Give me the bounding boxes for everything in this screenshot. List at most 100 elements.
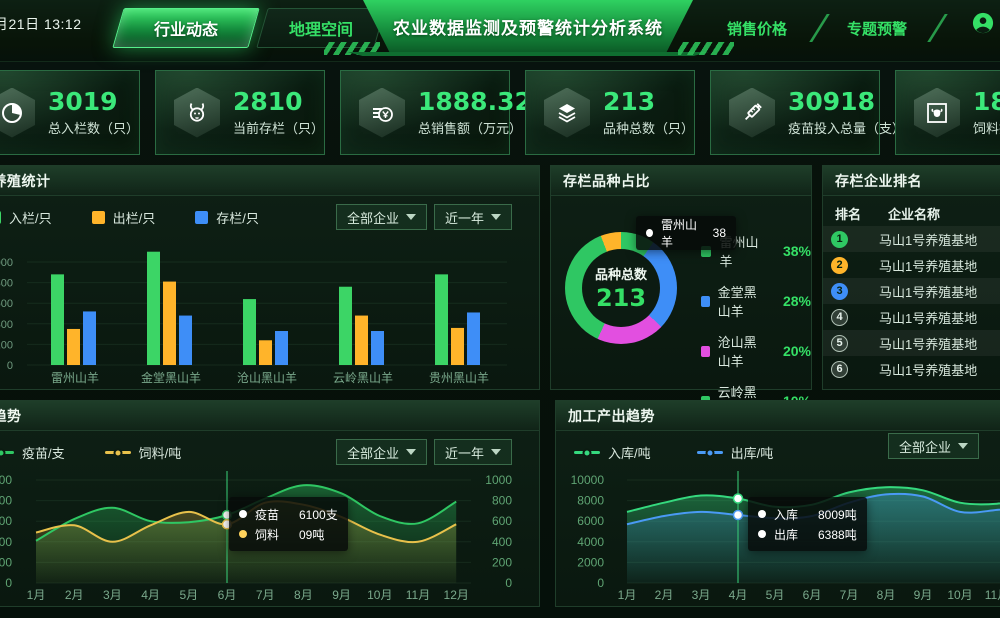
kpi-label: 疫苗投入总量（支） [788,118,905,137]
company-filter-dropdown[interactable]: 全部企业 [336,439,427,465]
svg-text:200: 200 [0,555,12,569]
svg-text:9月: 9月 [914,588,933,602]
legend-item[interactable]: 金堂黑山羊28% [701,282,811,320]
svg-text:1月: 1月 [27,588,46,602]
svg-text:600: 600 [0,298,13,310]
legend-item[interactable]: 疫苗/支 [0,443,65,462]
legend-item[interactable]: 出库/吨 [697,443,774,462]
cow-icon [914,88,960,138]
svg-text:雷州山羊: 雷州山羊 [51,370,99,385]
panel-header: 加工产出趋势 [556,401,1000,431]
svg-text:7月: 7月 [840,588,859,602]
svg-text:400: 400 [492,535,512,549]
legend-item[interactable]: 饲料/吨 [105,443,182,462]
kpi-label: 总销售额（万元） [418,118,532,137]
tab-industry-news[interactable]: 行业动态 [118,8,254,48]
svg-text:10000: 10000 [571,473,605,487]
svg-text:2月: 2月 [65,588,84,602]
panel-processing-trend: 加工产出趋势 入库/吨出库/吨 全部企业 0200040006000800010… [555,400,1000,607]
company-name: 马山1号养殖基地 [879,308,977,327]
kpi-value: 213 [603,88,694,116]
ranking-row: 4 马山1号养殖基地 [823,304,1000,330]
ranking-row: 2 马山1号养殖基地 [823,252,1000,278]
tooltip-row: 出库6388吨 [758,524,857,544]
kpi-label: 品种总数（只） [603,118,694,137]
kpi-label: 饲料投入 [973,118,1000,137]
svg-text:4000: 4000 [577,535,604,549]
timerange-filter-dropdown[interactable]: 近一年 [434,204,512,230]
company-filter-dropdown[interactable]: 全部企业 [336,204,427,230]
svg-text:400: 400 [0,319,13,331]
ranking-table-header: 排名 企业名称 [823,204,1000,223]
panel-header: 存栏企业排名 [823,166,1000,196]
svg-text:4月: 4月 [729,588,748,602]
layers-icon [544,88,590,138]
chevron-down-icon [491,449,501,455]
panel-company-ranking: 存栏企业排名 排名 企业名称 1 马山1号养殖基地2 马山1号养殖基地3 马山1… [822,165,1000,390]
chevron-down-icon [406,449,416,455]
supplies-tooltip: 疫苗6100支 饲料09吨 [229,497,348,551]
svg-text:0: 0 [597,576,604,590]
tab-special-warning[interactable]: 专题预警 [832,8,922,48]
svg-text:200: 200 [492,555,512,569]
kpi-card-5: 30918 疫苗投入总量（支） [710,70,880,155]
rank-badge: 5 [831,335,848,352]
tooltip-dot [239,510,247,518]
banner-edge [340,52,716,56]
rank-badge: 6 [831,361,848,378]
legend-marker [105,451,131,454]
kpi-card-6: 188 饲料投入 [895,70,1000,155]
kpi-card-4: 213 品种总数（只） [525,70,695,155]
tab-sales-price[interactable]: 销售价格 [712,8,802,48]
svg-text:10月: 10月 [947,588,972,602]
legend-swatch [701,346,710,357]
chevron-down-icon [958,443,968,449]
legend-item[interactable]: 入库/吨 [574,443,651,462]
svg-text:400: 400 [0,535,12,549]
tooltip-dot [646,229,653,237]
svg-text:600: 600 [492,514,512,528]
kpi-value: 3019 [48,88,139,116]
company-name: 马山1号养殖基地 [879,334,977,353]
legend-item[interactable]: 出栏/只 [92,208,156,227]
user-avatar-icon[interactable] [972,12,994,34]
panel-title: 羊养殖统计 [0,171,51,191]
legend-item[interactable]: 存栏/只 [195,208,259,227]
kpi-value: 1888.32 [418,88,532,116]
svg-text:6月: 6月 [218,588,237,602]
svg-text:6月: 6月 [803,588,822,602]
panel-header: 存栏品种占比 [551,166,811,196]
panel-header: 羊养殖统计 [0,166,539,196]
legend-swatch [195,211,208,224]
svg-text:7月: 7月 [256,588,275,602]
svg-text:云岭黑山羊: 云岭黑山羊 [333,370,393,385]
legend-item[interactable]: 入栏/只 [0,208,52,227]
legend-item[interactable]: 沧山黑山羊20% [701,332,811,370]
svg-text:11月: 11月 [985,588,1000,602]
svg-text:12月: 12月 [444,588,469,602]
legend-swatch [701,296,710,307]
breeding-bar-chart[interactable]: 02004006008001000雷州山羊金堂黑山羊沧山黑山羊云岭黑山羊贵州黑山… [0,238,541,388]
svg-text:8月: 8月 [877,588,896,602]
legend-swatch [0,211,1,224]
species-tooltip: 雷州山羊 38 [636,216,736,250]
panel-title: 品趋势 [0,406,22,426]
pie-chart-icon [0,88,35,138]
tooltip-row: 入库8009吨 [758,504,857,524]
timerange-filter-dropdown[interactable]: 近一年 [434,439,512,465]
tooltip-dot [758,530,766,538]
svg-text:800: 800 [0,494,12,508]
company-name: 马山1号养殖基地 [879,282,977,301]
svg-text:金堂黑山羊: 金堂黑山羊 [141,370,201,385]
svg-text:贵州黑山羊: 贵州黑山羊 [429,370,489,385]
legend-marker [574,451,600,454]
company-filter-dropdown[interactable]: 全部企业 [888,433,979,459]
svg-text:1月: 1月 [618,588,637,602]
ranking-row: 6 马山1号养殖基地 [823,356,1000,382]
svg-text:0: 0 [505,576,512,590]
svg-text:9月: 9月 [332,588,351,602]
legend-marker [0,451,14,454]
svg-text:0: 0 [7,360,13,372]
rank-badge: 4 [831,309,848,326]
top-navigation-bar: 月21日 13:12 行业动态 地理空间 农业数据监测及预警统计分析系统 销售价… [0,0,1000,62]
